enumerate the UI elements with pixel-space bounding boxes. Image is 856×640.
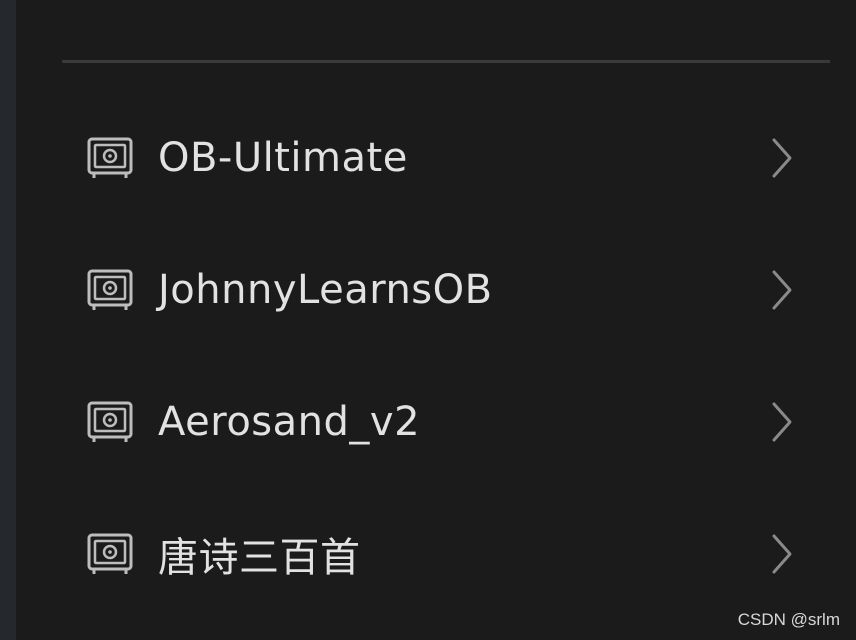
vault-switcher-screen: OB-Ultimate JohnnyLearnsOB Aerosand_v2 唐… xyxy=(0,0,856,640)
vault-item-tangshi[interactable]: 唐诗三百首 xyxy=(62,488,830,620)
vault-list: OB-Ultimate JohnnyLearnsOB Aerosand_v2 唐… xyxy=(62,92,830,620)
vault-name: 唐诗三百首 xyxy=(158,535,361,581)
vault-icon xyxy=(87,533,133,574)
chevron-right-icon[interactable] xyxy=(770,533,794,575)
vault-name: OB-Ultimate xyxy=(158,135,408,181)
chevron-right-icon[interactable] xyxy=(770,137,794,179)
vault-item-ob-ultimate[interactable]: OB-Ultimate xyxy=(62,92,830,224)
vault-icon xyxy=(87,269,133,310)
vault-icon xyxy=(87,401,133,442)
vault-name: Aerosand_v2 xyxy=(158,399,421,445)
chevron-right-icon[interactable] xyxy=(770,269,794,311)
vault-item-johnnylearnsob[interactable]: JohnnyLearnsOB xyxy=(62,224,830,356)
chevron-right-icon[interactable] xyxy=(770,401,794,443)
divider xyxy=(62,60,830,63)
left-edge-panel xyxy=(0,0,16,640)
watermark: CSDN @srlm xyxy=(737,610,840,629)
vault-icon xyxy=(87,137,133,178)
vault-item-aerosand-v2[interactable]: Aerosand_v2 xyxy=(62,356,830,488)
vault-name: JohnnyLearnsOB xyxy=(158,267,493,313)
